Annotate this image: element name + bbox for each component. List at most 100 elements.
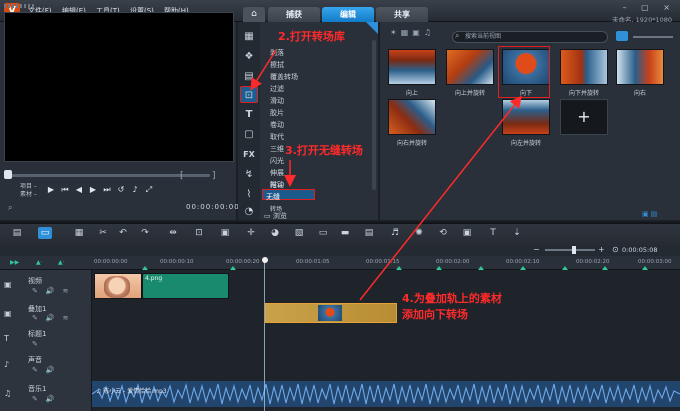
category-item[interactable]: 取代 (270, 132, 284, 142)
color-icon[interactable]: ◕ (268, 227, 282, 239)
auto-music-icon[interactable]: ♬ (388, 227, 402, 239)
category-item[interactable]: 擦拭 (270, 60, 284, 70)
record-icon[interactable]: ⊡ (192, 227, 206, 239)
playhead-handle[interactable] (262, 257, 268, 263)
track-manager-icon[interactable]: ▦ (72, 227, 86, 239)
category-item[interactable]: 胶片 (270, 108, 284, 118)
cut-icon[interactable]: ✂ (96, 227, 110, 239)
thumbnail-right-rotate[interactable] (388, 99, 436, 135)
panel-grip[interactable] (4, 4, 34, 8)
home-tab[interactable]: ⌂ (243, 7, 265, 22)
storyboard-view-icon[interactable]: ▤ (10, 227, 24, 239)
tab-share[interactable]: 共享 (376, 7, 428, 22)
category-scrollbar[interactable] (372, 40, 376, 190)
applied-transition[interactable] (318, 305, 342, 321)
end-button[interactable]: ⏭ (102, 185, 112, 195)
sound-mixer-icon[interactable]: ✺ (412, 227, 426, 239)
path-icon[interactable]: ⌇ (240, 186, 258, 203)
track-controls[interactable]: ✎🔊≋ (32, 314, 76, 322)
graphic-icon[interactable]: ▢ (240, 126, 258, 143)
filter-icon[interactable]: FX (240, 146, 258, 163)
stabilize-icon[interactable]: ▣ (460, 227, 474, 239)
trim-in-marker[interactable]: [ (180, 171, 184, 181)
zoom-knob[interactable] (572, 246, 576, 254)
track-controls[interactable]: ✎🔊≋ (32, 287, 76, 295)
chapter-icon[interactable]: ▲· (58, 259, 65, 266)
trim-out-marker[interactable]: ] (212, 171, 216, 181)
speed-icon[interactable]: ◔ (240, 203, 258, 220)
category-item-seamless[interactable]: 无缝 (266, 192, 280, 202)
gallery-options-icon[interactable]: ▣▤ (642, 210, 659, 218)
zoom-in-icon[interactable]: + (598, 245, 605, 254)
home-button[interactable]: ⏮ (60, 185, 70, 195)
transition-icon[interactable]: ⊡ (240, 86, 258, 103)
thumbnail-left-rotate[interactable] (502, 99, 550, 135)
volume-icon[interactable]: ♪ (130, 185, 140, 195)
timeline-zoom-slider[interactable] (545, 249, 595, 251)
track-visibility-icon[interactable]: ▶▶ (10, 259, 19, 266)
thumbnail-up[interactable] (388, 49, 436, 85)
category-item[interactable]: 推动 (270, 180, 284, 190)
title-icon[interactable]: T (240, 106, 258, 123)
more-icon[interactable]: ⇣ (510, 227, 524, 239)
3d-icon[interactable]: ▤ (362, 227, 376, 239)
thumbnail-right[interactable] (616, 49, 664, 85)
prev-frame-button[interactable]: ◀ (74, 185, 84, 195)
subtitle-icon[interactable]: ▬ (338, 227, 352, 239)
gallery-toolbar[interactable]: ✶▦▣♫ (390, 28, 435, 37)
timeline-view-icon[interactable]: ▭ (38, 227, 52, 239)
preview-timecode[interactable]: 00:00:00:00 (186, 203, 240, 211)
track-lane[interactable] (92, 326, 680, 352)
fit-icon[interactable]: ⇹ (166, 227, 180, 239)
apply-icon[interactable]: ▦ (401, 28, 413, 37)
category-item[interactable]: 伸展 (270, 168, 284, 178)
audio-filter-icon[interactable]: ♫ (424, 28, 435, 37)
category-item[interactable]: 剥落 (270, 48, 284, 58)
list-view-button[interactable] (616, 31, 628, 41)
thumbnail-down-rotate[interactable] (560, 49, 608, 85)
window-controls[interactable]: – ▢ × (623, 3, 676, 12)
project-mode-label[interactable]: 项目 – (20, 183, 37, 191)
text-icon[interactable]: T (486, 227, 500, 239)
quick-template-icon[interactable]: ▤ (240, 68, 258, 85)
clip-mode-label[interactable]: 素材 – (20, 191, 37, 199)
add-track-icon[interactable]: ▲· (36, 259, 43, 266)
track-controls[interactable]: ✎ (32, 340, 46, 348)
next-frame-button[interactable]: ▶ (88, 185, 98, 195)
thumbnail-size-slider[interactable] (633, 36, 673, 38)
category-item[interactable]: 过滤 (270, 84, 284, 94)
loop-icon[interactable]: ⟲ (436, 227, 450, 239)
mask-icon[interactable]: ▧ (292, 227, 306, 239)
play-button[interactable]: ▶ (46, 185, 56, 195)
thumbnail-up-rotate[interactable] (446, 49, 494, 85)
track-lane[interactable] (92, 352, 680, 380)
tab-capture[interactable]: 捕获 (268, 7, 320, 22)
track-controls[interactable]: ✎🔊 (32, 395, 63, 403)
repeat-button[interactable]: ↺ (116, 185, 126, 195)
category-item[interactable]: 卷动 (270, 120, 284, 130)
instant-project-icon[interactable]: ❖ (240, 48, 258, 65)
favorite-icon[interactable]: ✶ (390, 28, 401, 37)
multicam-icon[interactable]: ▣ (218, 227, 232, 239)
category-item[interactable]: 三维 (270, 144, 284, 154)
fit-timeline-icon[interactable]: ⊙ (612, 245, 619, 254)
track-controls[interactable]: ✎🔊 (32, 366, 63, 374)
motion-icon[interactable]: ✛ (244, 227, 258, 239)
category-item[interactable]: 覆盖转场 (270, 72, 298, 82)
video-filter-icon[interactable]: ▣ (412, 28, 424, 37)
category-item[interactable]: 滑动 (270, 96, 284, 106)
scrubber-knob[interactable] (4, 170, 12, 179)
search-input[interactable]: 搜索当前视图 (452, 31, 608, 43)
tab-edit[interactable]: 编辑 (322, 7, 374, 22)
split-icon[interactable]: ▭ (316, 227, 330, 239)
add-transition-button[interactable]: + (560, 99, 608, 135)
zoom-preview-icon[interactable]: ⌕ (8, 203, 12, 213)
redo-icon[interactable]: ↷ (138, 227, 152, 239)
undo-icon[interactable]: ↶ (116, 227, 130, 239)
fullscreen-icon[interactable]: ⤢ (144, 185, 154, 195)
motion-path-icon[interactable]: ↯ (240, 166, 258, 183)
browse-button[interactable]: ▭ 浏览 (264, 211, 287, 221)
media-icon[interactable]: ▦ (240, 28, 258, 45)
zoom-out-icon[interactable]: − (533, 245, 540, 254)
category-item[interactable]: 闪光 (270, 156, 284, 166)
